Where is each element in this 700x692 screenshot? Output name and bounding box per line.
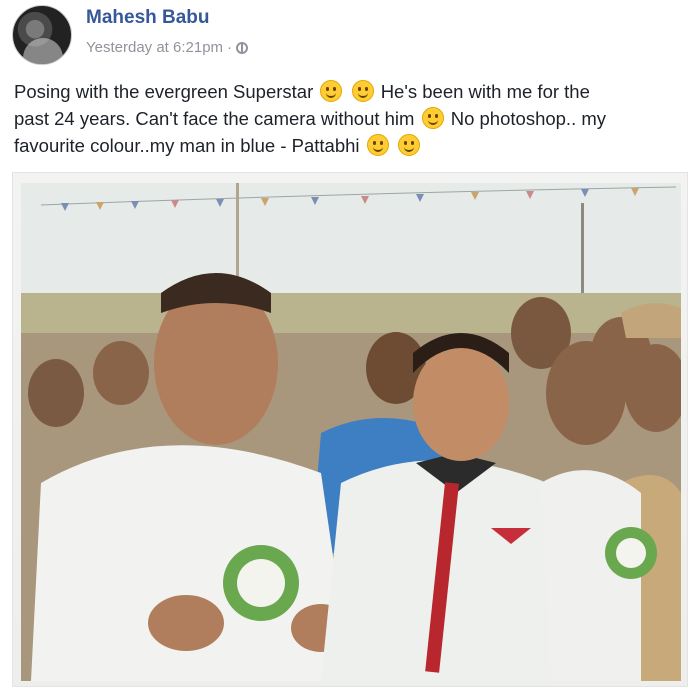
photo-illustration (21, 183, 681, 681)
smile-emoji-icon (351, 80, 374, 102)
globe-icon[interactable] (236, 41, 249, 54)
post-text-segment: past 24 years. Can't face the camera wit… (14, 108, 415, 129)
smile-emoji-icon (397, 134, 420, 156)
smile-emoji-icon (320, 80, 343, 102)
facebook-post: Mahesh Babu Yesterday at 6:21pm · Posing… (0, 0, 700, 692)
post-text-segment: Posing with the evergreen Superstar (14, 81, 314, 102)
post-header: Mahesh Babu Yesterday at 6:21pm · (12, 5, 249, 69)
post-text-segment: favourite colour..my man in blue - Patta… (14, 135, 360, 156)
post-text-segment: He's been with me for the (380, 81, 590, 102)
post-text-segment: No photoshop.. my (450, 108, 607, 129)
author-name-link[interactable]: Mahesh Babu (86, 7, 248, 29)
smile-emoji-icon (421, 107, 444, 129)
smile-emoji-icon (366, 134, 389, 156)
post-subline: Yesterday at 6:21pm · (86, 39, 249, 56)
meta-separator: · (227, 39, 233, 56)
post-photo-frame[interactable] (12, 172, 688, 687)
post-meta: Mahesh Babu Yesterday at 6:21pm · (86, 7, 249, 56)
post-photo[interactable] (21, 183, 681, 681)
profile-avatar[interactable] (12, 5, 72, 65)
post-text: Posing with the evergreen Superstar He's… (14, 78, 690, 159)
post-timestamp-link[interactable]: Yesterday at 6:21pm (86, 39, 223, 56)
